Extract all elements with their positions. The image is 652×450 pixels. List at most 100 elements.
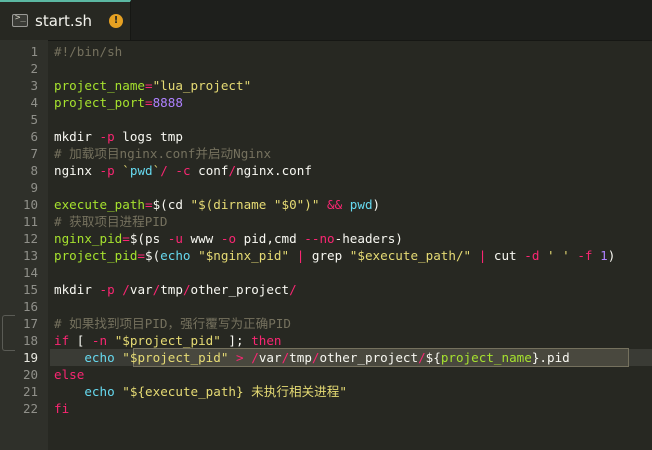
code-token: "$execute_path/" (349, 248, 472, 263)
code-editor[interactable]: 1 2 3 4 5 6 7 8 9 10 11 12 13 14 15 16 17 18 19 20 21 22 #!/b… (0, 40, 652, 450)
code-token: ' ' (547, 248, 570, 263)
code-line[interactable]: #!/bin/sh (54, 43, 122, 60)
fold-marker[interactable] (2, 315, 15, 351)
code-line[interactable]: nginx -p `pwd`/ -c conf/nginx.conf (54, 162, 312, 179)
code-token: "lua_project" (152, 78, 252, 93)
code-token: fi (54, 401, 70, 416)
code-token: }.pid (531, 350, 570, 365)
code-token: nginx_pid (54, 231, 123, 246)
code-token: www (182, 231, 221, 246)
code-token: project_port (54, 95, 145, 110)
warning-icon[interactable]: ! (109, 14, 123, 28)
line-number: 16 (22, 299, 38, 314)
code-token: nginx.conf (236, 163, 312, 178)
code-token: > (236, 350, 244, 365)
code-token: project_pid (54, 248, 138, 263)
code-line[interactable]: fi (54, 400, 69, 417)
code-token: project_name (54, 78, 145, 93)
line-number: 13 (22, 248, 38, 263)
code-token: = (145, 78, 153, 93)
code-line[interactable]: # 获取项目进程PID (54, 213, 167, 230)
code-token: = (137, 248, 145, 263)
code-token: "$(dirname "$0")" (190, 197, 320, 212)
code-line[interactable]: echo "${execute_path} 未执行相关进程" (54, 383, 347, 400)
code-line[interactable]: echo "$project_pid" > /var/tmp/other_pro… (54, 349, 570, 366)
code-token: [ (69, 333, 92, 348)
code-token: --no (304, 231, 335, 246)
code-token: / (182, 282, 191, 297)
code-token: mkdir (54, 282, 100, 297)
code-token: = (122, 231, 130, 246)
code-token: && (327, 197, 343, 212)
line-number: 2 (30, 61, 38, 76)
code-token: pwd (129, 163, 153, 178)
code-token: project_name (440, 350, 532, 365)
code-token: -o (220, 231, 237, 246)
code-token: mkdir (54, 129, 100, 144)
line-number: 14 (22, 265, 38, 280)
code-token: echo (84, 384, 115, 399)
line-number: 6 (30, 129, 38, 144)
code-token: nginx (54, 163, 100, 178)
code-line[interactable]: # 加载项目nginx.conf并启动Nginx (54, 145, 271, 162)
line-number: 15 (22, 282, 38, 297)
code-line[interactable]: execute_path=$(cd "$(dirname "$0")" && p… (54, 196, 380, 213)
code-token: pid,cmd (236, 231, 305, 246)
code-line[interactable]: project_name="lua_project" (54, 77, 251, 94)
code-token: -u (167, 231, 183, 246)
code-token: other_project (190, 282, 290, 297)
code-token: # 获取项目进程PID (54, 214, 168, 229)
code-token: -f (577, 248, 593, 263)
code-line[interactable]: mkdir -p /var/tmp/other_project/ (54, 281, 297, 298)
code-token: / (311, 350, 320, 365)
line-number: 5 (30, 112, 38, 127)
code-token: "${execute_path} 未执行相关进程" (122, 384, 347, 399)
line-number: 12 (22, 231, 38, 246)
code-line[interactable]: if [ -n "$project_pid" ]; then (54, 332, 282, 349)
code-line[interactable]: mkdir -p logs tmp (54, 128, 183, 145)
tab-start-sh[interactable]: >_ start.sh ! (0, 0, 131, 40)
code-line[interactable]: project_pid=$(echo "$nginx_pid" | grep "… (54, 247, 615, 264)
code-token: = (145, 197, 153, 212)
line-number: 9 (30, 180, 38, 195)
code-token: tmp (289, 350, 312, 365)
line-number: 4 (30, 95, 38, 110)
code-token: / (160, 163, 168, 178)
code-token: "$project_pid" (122, 350, 229, 365)
code-token: then (251, 333, 282, 348)
line-number-gutter: 1 2 3 4 5 6 7 8 9 10 11 12 13 14 15 16 17 18 19 20 21 22 (0, 40, 48, 450)
code-token: / (122, 282, 130, 297)
code-token: -p (99, 129, 115, 144)
code-token: $(ps (129, 231, 168, 246)
code-token: if (54, 333, 70, 348)
code-token: tmp (160, 282, 183, 297)
code-token: ) (372, 197, 381, 212)
code-token: / (251, 350, 259, 365)
code-area[interactable]: #!/bin/sh project_name="lua_project" proje… (50, 40, 652, 450)
code-token: # 加载项目nginx.conf并启动Nginx (54, 146, 272, 161)
code-token: ` (122, 163, 130, 178)
code-line[interactable]: else (54, 366, 84, 383)
code-line[interactable]: nginx_pid=$(ps -u www -o pid,cmd --no-he… (54, 230, 403, 247)
line-number: 10 (22, 197, 38, 212)
code-token: execute_path (54, 197, 145, 212)
code-token: ) (607, 248, 616, 263)
code-token: 8888 (152, 95, 183, 110)
code-token: -p (99, 282, 115, 297)
line-number: 21 (22, 384, 38, 399)
code-line[interactable]: project_port=8888 (54, 94, 183, 111)
code-line[interactable]: # 如果找到项目PID，强行覆写为正确PID (54, 315, 291, 332)
terminal-icon: >_ (12, 13, 28, 27)
code-token: grep (304, 248, 350, 263)
code-token: var (258, 350, 282, 365)
code-token: pwd (349, 197, 373, 212)
code-token: var (129, 282, 153, 297)
code-token: / (418, 350, 426, 365)
